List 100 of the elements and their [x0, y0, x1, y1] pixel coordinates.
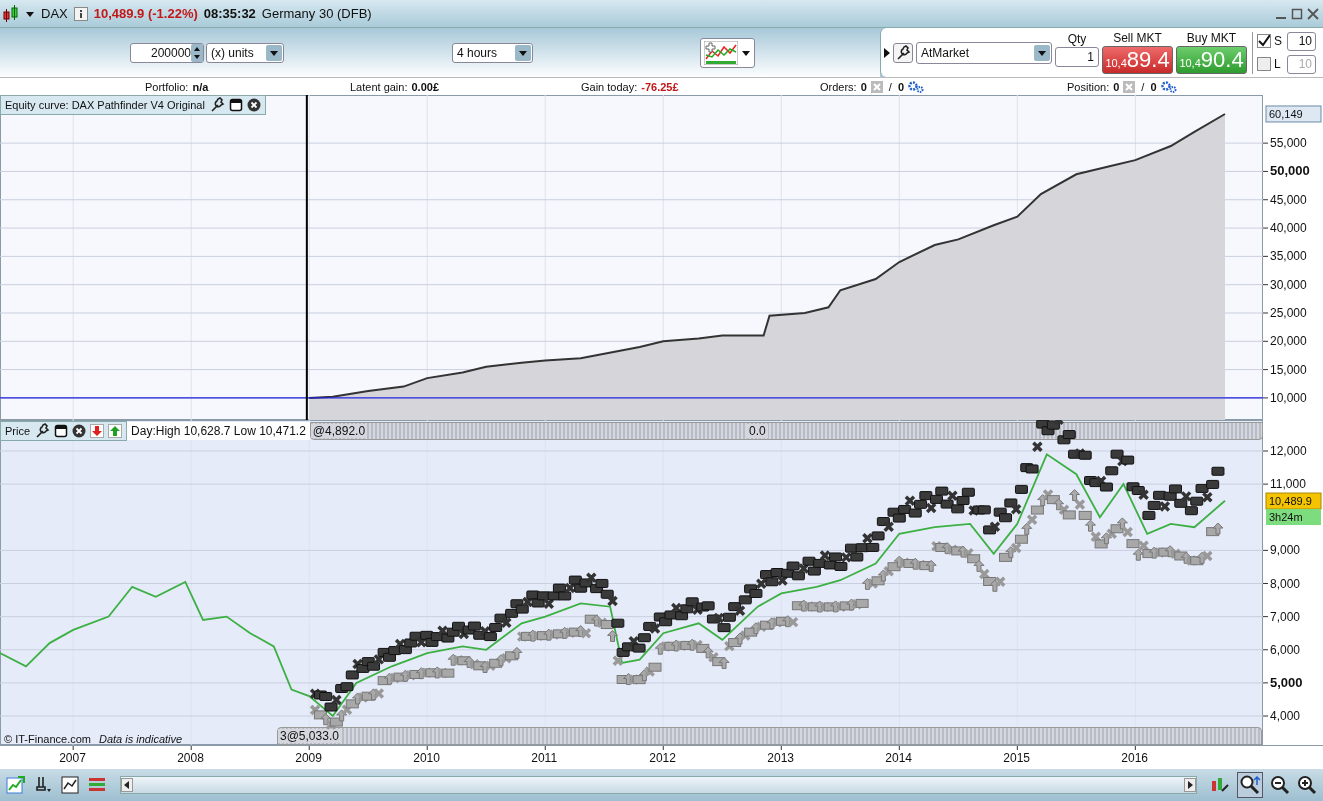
panel-title: Price: [5, 425, 31, 437]
close-icon[interactable]: [1307, 7, 1319, 20]
disclaimer-text: Data is indicative: [98, 733, 183, 745]
x-tick-label: 2016: [1121, 751, 1149, 765]
window-icon[interactable]: [228, 98, 243, 112]
last-value-tag: 60,149: [1265, 105, 1322, 123]
info-label: Portfolio:: [145, 80, 189, 93]
axis-tick-label: 2016: [1121, 746, 1149, 765]
quantity-field[interactable]: 200000: [130, 42, 204, 63]
zoom-in-icon[interactable]: [1297, 775, 1317, 795]
axis-tick-label: 12,000: [1263, 444, 1307, 458]
indicator-chart-icon: [704, 40, 738, 65]
x-tick-label: 2010: [413, 751, 441, 765]
axis-tick-label: 4,000: [1263, 709, 1301, 723]
order-type-dropdown[interactable]: AtMarket: [916, 41, 1052, 64]
separator-slash: /: [888, 80, 892, 93]
info-label: Gain today:: [581, 80, 638, 93]
settings-button[interactable]: [893, 42, 913, 63]
spinner-arrows-icon[interactable]: [191, 43, 204, 62]
axis-tick-label: 2008: [177, 746, 204, 765]
axis-tick-label: 8,000: [1263, 576, 1301, 591]
axis-tick-label: 45,000: [1263, 192, 1307, 207]
axis-tick-label: 15,000: [1263, 362, 1307, 377]
stop-checkbox[interactable]: [1257, 34, 1271, 48]
window-icon[interactable]: [54, 424, 69, 438]
auto-zoom-button[interactable]: [1237, 772, 1263, 798]
chart-export-icon[interactable]: [6, 775, 26, 795]
axis-tick-label: 9,000: [1263, 543, 1301, 558]
gears-icon[interactable]: [908, 80, 924, 93]
limit-checkbox[interactable]: [1257, 57, 1271, 71]
scroll-left-icon[interactable]: [121, 778, 133, 792]
sell-button[interactable]: 10,489.4: [1102, 46, 1173, 74]
dropdown-caret-icon: [741, 48, 751, 57]
axis-tick-label: 2007: [59, 746, 86, 765]
indicator-button[interactable]: [700, 37, 755, 68]
instrument-description: Germany 30 (DFB): [261, 6, 372, 21]
panel-title: Equity curve: DAX Pathfinder V4 Original: [5, 99, 205, 111]
timeframe-dropdown[interactable]: 4 hours: [452, 42, 533, 63]
order-label: Buy MKT: [1186, 31, 1237, 45]
checkbox-label: S: [1274, 34, 1283, 48]
instrument-name: DAX: [41, 6, 68, 21]
x-tick-label: 2011: [531, 751, 558, 765]
dropdown-caret-icon[interactable]: [25, 9, 35, 18]
x-tick-label: 2013: [767, 751, 795, 765]
unit-dropdown[interactable]: (x) units: [206, 42, 284, 63]
axis-tick-label: 5,000: [1263, 674, 1303, 690]
y-tick-label: 11,000: [1270, 477, 1307, 492]
maximize-icon[interactable]: [1291, 7, 1303, 20]
sell-arrow-icon[interactable]: [90, 424, 105, 438]
zoom-out-icon[interactable]: [1270, 775, 1290, 795]
axis-tick-label: 2015: [1003, 746, 1031, 765]
expand-arrow-icon[interactable]: [884, 47, 890, 58]
y-tick-label: 30,000: [1270, 277, 1308, 292]
info-value: n/a: [192, 80, 209, 93]
gears-icon[interactable]: [1160, 80, 1177, 93]
info-value: -76.25£: [641, 80, 679, 93]
horizontal-scrollbar[interactable]: [120, 776, 1197, 794]
axis-tick-label: 20,000: [1263, 334, 1307, 349]
clock-time: 08:35:32: [203, 6, 256, 21]
y-tick-label: 25,000: [1270, 305, 1308, 320]
order-label: Sell MKT: [1113, 31, 1162, 45]
axis-tick-label: 2009: [295, 746, 322, 765]
axis-tick-label: 7,000: [1263, 609, 1301, 624]
x-tick-label: 2012: [649, 751, 677, 765]
trade-label: 0.0: [747, 424, 768, 438]
y-tick-label: 5,000: [1270, 674, 1303, 690]
count-value: 0: [1113, 80, 1120, 93]
magnifier-icon: [1239, 774, 1261, 796]
scroll-right-icon[interactable]: [1184, 778, 1196, 792]
chart-template-icon[interactable]: [60, 775, 80, 795]
trade-label: 3@5,033.0: [278, 729, 341, 743]
x-tick-label: 2014: [885, 751, 913, 765]
count-value: 0: [897, 80, 904, 93]
axis-tick-label: 50,000: [1263, 163, 1310, 179]
buy-arrow-icon[interactable]: [108, 424, 123, 438]
qty-field[interactable]: 1: [1055, 46, 1099, 67]
last-price-tag: 10,489.9: [1265, 492, 1322, 510]
close-icon[interactable]: [246, 98, 261, 112]
axis-tick-label: 11,000: [1263, 477, 1306, 492]
y-tick-label: 55,000: [1270, 136, 1308, 151]
y-tick-label: 9,000: [1270, 543, 1301, 558]
check-icon: [1258, 35, 1270, 47]
info-value: 0.00£: [411, 80, 440, 93]
close-icon[interactable]: [72, 424, 87, 438]
y-tick-label: 10,000: [1270, 390, 1308, 405]
axis-tick-label: 2010: [413, 746, 440, 765]
distance-field[interactable]: 10: [1287, 31, 1316, 51]
wrench-icon: [895, 44, 911, 61]
instrument-price: 10,489.9 (-1.22%): [93, 6, 198, 21]
copyright-text: © IT-Finance.com: [4, 733, 91, 745]
wrench-icon[interactable]: [34, 423, 51, 439]
axis-tick-label: 55,000: [1263, 136, 1307, 151]
qty-label: Qty: [1067, 31, 1087, 46]
x-tick-label: 2008: [177, 751, 205, 765]
axis-tick-label: 2012: [649, 746, 676, 765]
axis-tick-label: 2011: [531, 746, 558, 765]
info-icon[interactable]: [73, 6, 88, 21]
axis-tick-label: 2014: [885, 746, 912, 765]
x-tick-label: 2007: [59, 751, 87, 765]
y-tick-label: 15,000: [1270, 362, 1308, 377]
